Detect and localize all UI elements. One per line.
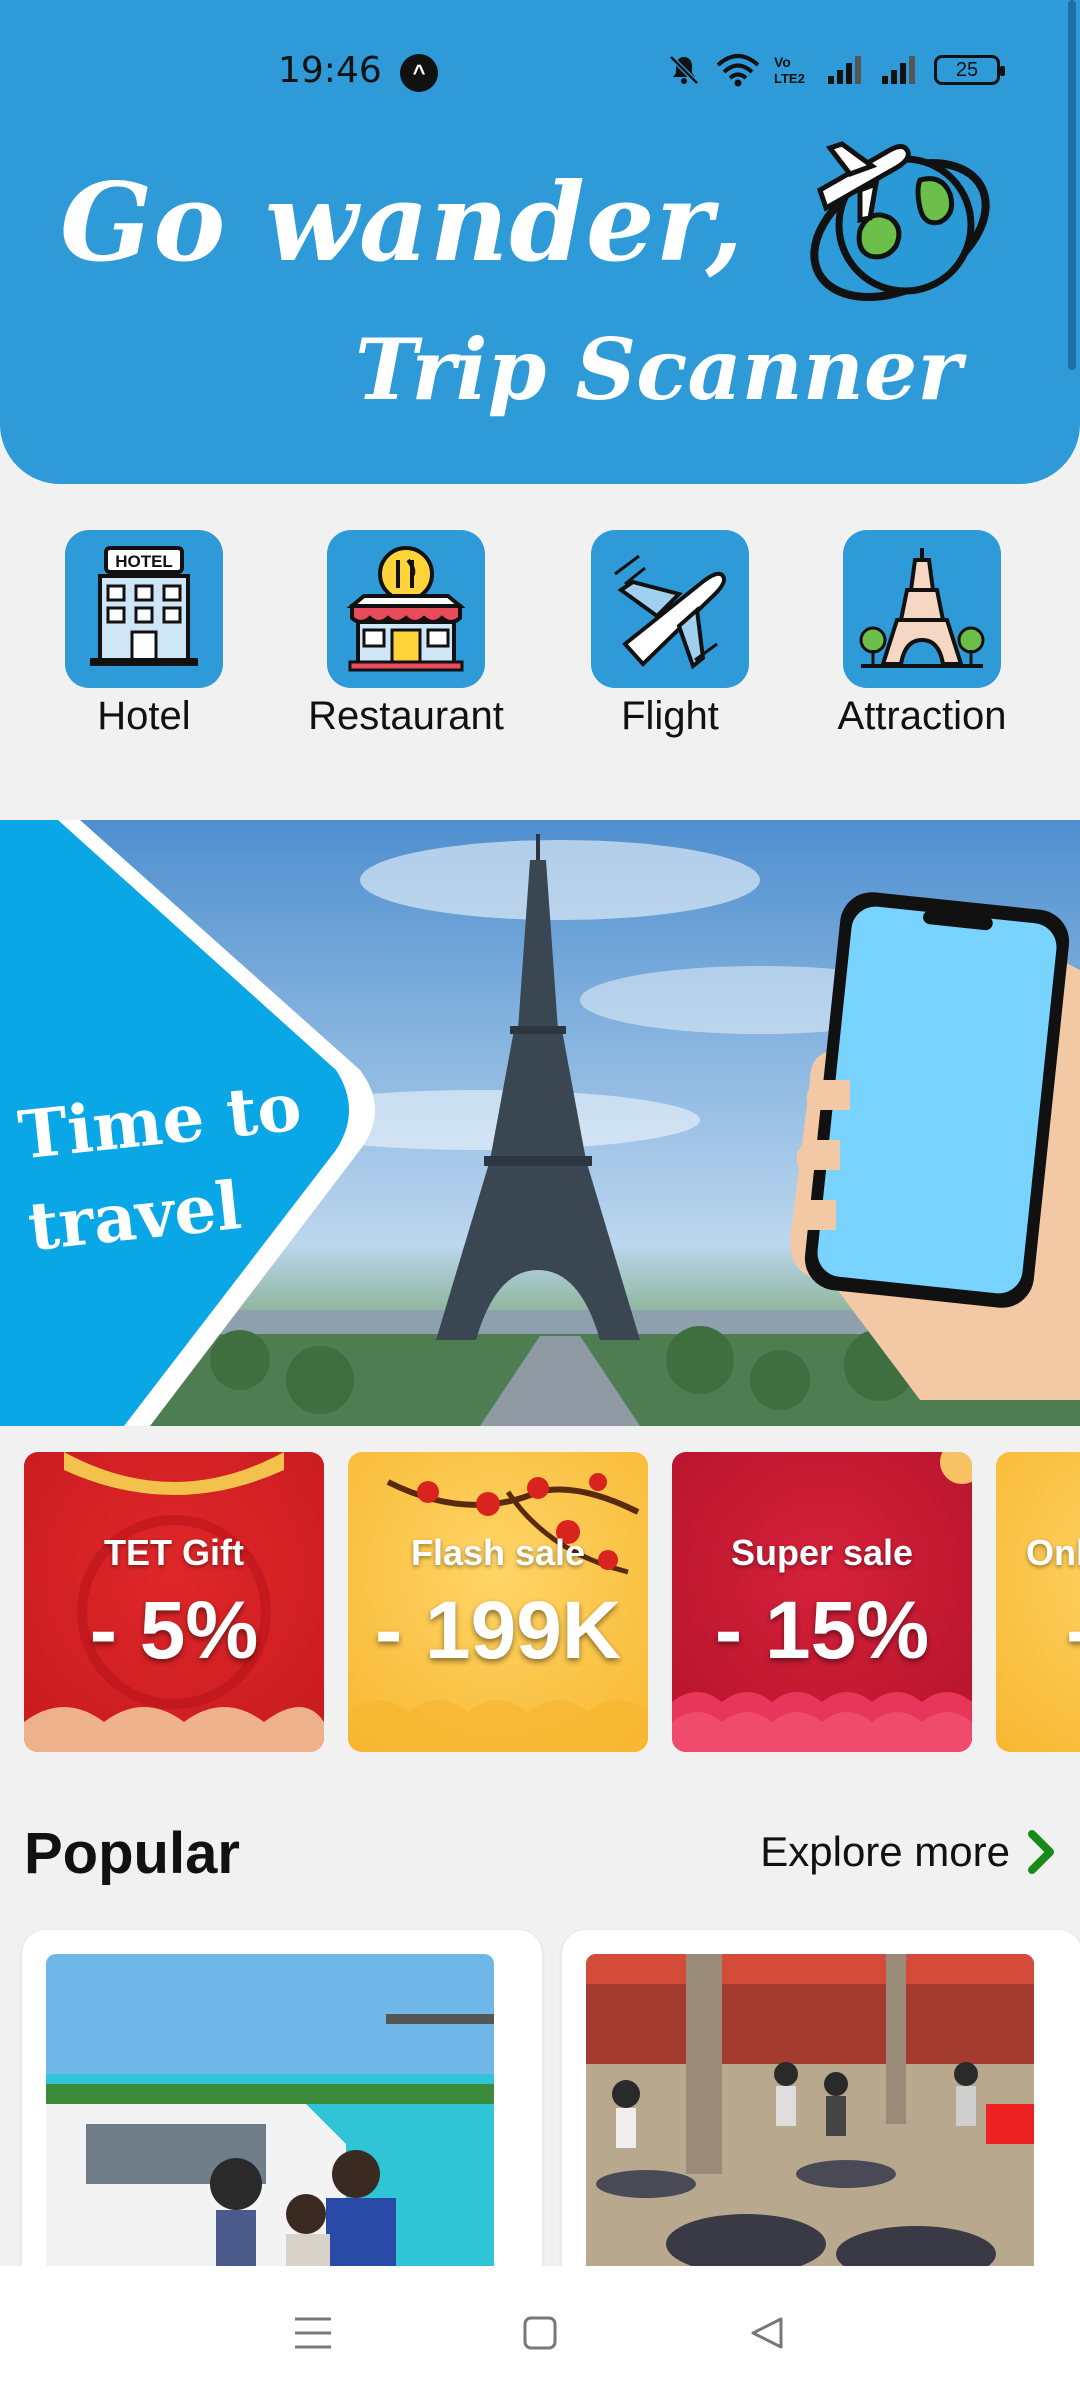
restaurant-tile[interactable] [327,530,485,688]
category-flight[interactable]: Flight [560,530,780,739]
status-icons: Vo LTE2 25 [666,52,1005,88]
banner-text: Time to travel [14,1060,315,1273]
category-restaurant[interactable]: Restaurant [296,530,516,739]
deal-card[interactable]: TET Gift - 5% [24,1452,324,1752]
attraction-tile[interactable] [843,530,1001,688]
app-title: Trip Scanner [355,320,962,419]
card-image-fish-market [586,1954,1034,2284]
status-bar: 19:46 ^ Vo LTE2 25 [0,40,1080,100]
battery-icon: 25 [934,55,1005,85]
category-label: Restaurant [308,694,504,738]
category-hotel[interactable]: HOTEL Hotel [34,530,254,739]
deal-card[interactable]: Flash sale - 199K [348,1452,648,1752]
signal-icon [828,56,861,84]
deal-value: - 15% [714,1585,930,1676]
promo-banner[interactable]: Time to travel [0,820,1080,1426]
restaurant-icon [346,546,466,672]
volte-icon: VoLTE2 [774,54,805,86]
home-button[interactable] [500,2293,580,2373]
deal-card[interactable]: Onl - [996,1452,1080,1752]
popular-heading: Popular [24,1821,240,1886]
svg-text:LTE2: LTE2 [774,71,805,86]
svg-text:HOTEL: HOTEL [115,552,173,571]
home-square-icon [523,2316,557,2350]
recent-apps-button[interactable] [273,2293,353,2373]
battery-level: 25 [955,59,979,81]
category-label: Hotel [97,694,191,738]
chevron-right-icon [1028,1830,1054,1874]
deals-carousel[interactable]: TET Gift - 5% Flash sale - 199K Super sa… [0,1452,1080,1752]
deal-card[interactable]: Super sale - 15% [672,1452,972,1752]
category-row: HOTEL Hotel Restaurant Flight Attraction [0,530,1080,750]
deal-value: - 5% [89,1585,259,1676]
hotel-icon: HOTEL [90,546,198,666]
navigation-app-icon: ^ [400,54,438,92]
signal-icon-2 [882,56,915,84]
category-label: Flight [621,694,719,738]
popular-card[interactable] [22,1930,542,2290]
app-header: 19:46 ^ Vo LTE2 25 Go wander, Trip Scanne… [0,0,1080,484]
explore-more-label: Explore more [760,1828,1010,1875]
category-label: Attraction [837,694,1007,738]
globe-airplane-icon [810,141,990,301]
svg-text:Vo: Vo [774,54,791,70]
menu-icon [295,2317,332,2349]
status-time: 19:46 [278,50,382,91]
mute-bell-icon [669,55,699,85]
deal-value: - [996,1584,1080,1678]
deal-title: Flash sale [410,1532,586,1573]
header-tagline: Go wander, [60,160,745,286]
eiffel-tower-icon [859,548,985,668]
wifi-icon [716,54,760,87]
deal-value: - 199K [374,1585,622,1676]
explore-more-link[interactable]: Explore more [760,1828,1056,1876]
deal-title: Super sale [730,1532,914,1573]
hotel-tile[interactable]: HOTEL [65,530,223,688]
airplane-icon [614,554,726,670]
system-nav-bar [0,2266,1080,2400]
deal-title: Onl [1026,1532,1080,1573]
deal-title: TET Gift [104,1532,244,1573]
card-image-boat [46,1954,494,2284]
back-triangle-icon [751,2317,783,2349]
flight-tile[interactable] [591,530,749,688]
category-attraction[interactable]: Attraction [812,530,1032,739]
popular-card[interactable] [562,1930,1080,2290]
back-button[interactable] [727,2293,807,2373]
